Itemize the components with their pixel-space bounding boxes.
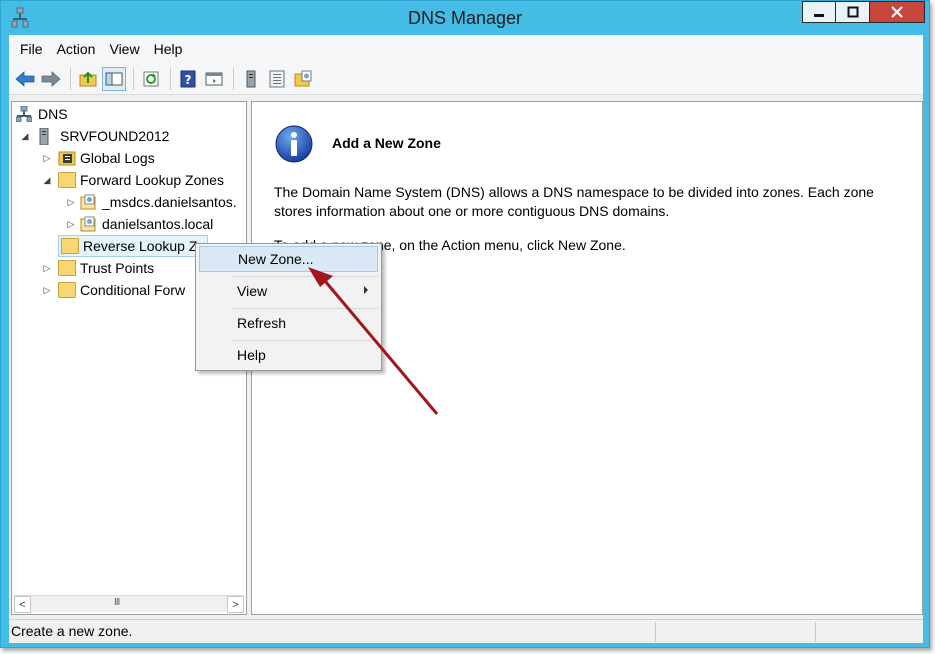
maximize-button[interactable] (836, 1, 870, 23)
forward-arrow-icon (41, 70, 61, 87)
context-new-zone[interactable]: New Zone... (199, 246, 378, 272)
close-icon (891, 6, 903, 18)
tree-node-dns[interactable]: DNS (15, 104, 68, 124)
folder-icon (58, 282, 76, 298)
toolbar-separator (170, 67, 171, 90)
forward-button[interactable] (39, 67, 63, 91)
status-text: Create a new zone. (11, 623, 133, 639)
console-button[interactable] (202, 67, 226, 91)
tree-node-global-logs[interactable]: ▷ Global Logs (42, 148, 155, 168)
svg-text:?: ? (185, 73, 192, 87)
folder-icon (58, 260, 76, 276)
context-item-label: New Zone... (238, 251, 314, 267)
status-divider (815, 622, 816, 642)
status-divider (655, 622, 656, 642)
submenu-arrow-icon (364, 286, 368, 294)
tree-label: danielsantos.local (102, 216, 214, 232)
status-bar: Create a new zone. (9, 619, 923, 643)
tree-label: Global Logs (80, 150, 155, 166)
tree-node-forward-lookup-zones[interactable]: ◢ Forward Lookup Zones (42, 170, 224, 190)
collapse-icon[interactable]: ◢ (20, 131, 30, 142)
toolbar-separator (133, 67, 134, 90)
title-bar[interactable]: DNS Manager (1, 1, 929, 35)
menu-help[interactable]: Help (147, 41, 190, 57)
server-icon (246, 70, 256, 87)
window-title: DNS Manager (407, 8, 523, 28)
context-item-label: Refresh (237, 315, 287, 331)
menu-bar: File Action View Help (9, 35, 923, 63)
list-icon (269, 70, 285, 87)
context-item-label: Help (237, 347, 266, 363)
back-arrow-icon (15, 70, 35, 87)
minimize-button[interactable] (802, 1, 836, 23)
collapse-icon[interactable]: ◢ (42, 175, 52, 186)
expand-icon[interactable]: ▷ (42, 263, 52, 274)
folder-icon (61, 238, 79, 254)
tree-node-conditional-forwarders[interactable]: ▷ Conditional Forw (42, 280, 185, 300)
dns-manager-window: DNS Manager File Action View Help ? DNS … (0, 0, 930, 648)
menu-action[interactable]: Action (50, 41, 103, 57)
zone-button[interactable] (291, 67, 315, 91)
context-item-label: View (237, 283, 268, 299)
toolbar: ? (9, 63, 923, 95)
context-separator (232, 308, 378, 309)
server-button[interactable] (239, 67, 263, 91)
tree-label: SRVFOUND2012 (60, 128, 170, 144)
up-level-button[interactable] (76, 67, 100, 91)
dns-root-icon (15, 105, 34, 123)
list-button[interactable] (265, 67, 289, 91)
zone-icon (80, 216, 98, 232)
up-folder-icon (79, 71, 97, 86)
detail-description: The Domain Name System (DNS) allows a DN… (274, 184, 874, 219)
tree-label: Conditional Forw (80, 282, 186, 298)
tree-node-msdcs-zone[interactable]: ▷ _msdcs.danielsantos. (66, 192, 237, 212)
detail-heading: Add a New Zone (332, 135, 441, 151)
folder-icon (58, 172, 76, 188)
log-folder-icon (58, 150, 76, 166)
tree-label: _msdcs.danielsantos. (102, 194, 237, 210)
zone-icon (294, 70, 312, 86)
context-separator (232, 276, 378, 277)
show-hide-tree-icon (105, 72, 123, 85)
tree-label: DNS (38, 106, 68, 122)
tree-node-local-zone[interactable]: ▷ danielsantos.local (66, 214, 214, 234)
show-hide-tree-button[interactable] (102, 66, 126, 91)
tree-label: Reverse Lookup Zo (83, 238, 206, 254)
context-view[interactable]: View (199, 278, 378, 304)
horizontal-scrollbar[interactable]: < III > (14, 595, 244, 613)
tree-label: Forward Lookup Zones (80, 172, 224, 188)
menu-view[interactable]: View (102, 41, 146, 57)
refresh-icon (143, 71, 159, 86)
back-button[interactable] (13, 67, 37, 91)
expand-icon[interactable]: ▷ (66, 197, 76, 208)
help-icon: ? (180, 70, 196, 87)
close-button[interactable] (870, 1, 925, 23)
toolbar-separator (70, 67, 71, 90)
zone-icon (80, 194, 98, 210)
expand-icon[interactable]: ▷ (42, 153, 52, 164)
tree-node-trust-points[interactable]: ▷ Trust Points (42, 258, 154, 278)
expand-icon[interactable]: ▷ (42, 285, 52, 296)
server-icon (38, 127, 56, 146)
menu-file[interactable]: File (13, 41, 50, 57)
scroll-left-button[interactable]: < (14, 596, 31, 613)
tree-label: Trust Points (80, 260, 155, 276)
minimize-icon (814, 14, 824, 17)
client-area: File Action View Help ? DNS ◢ SRVFOUND20… (9, 35, 923, 643)
context-help[interactable]: Help (199, 342, 378, 368)
scroll-right-button[interactable]: > (227, 596, 244, 613)
context-separator (232, 340, 378, 341)
maximize-icon (847, 6, 858, 18)
console-icon (205, 72, 223, 85)
context-menu: New Zone... View Refresh Help (195, 243, 382, 371)
tree-node-reverse-lookup-zones[interactable]: Reverse Lookup Zo (58, 235, 209, 257)
expand-icon[interactable]: ▷ (66, 219, 76, 230)
refresh-button[interactable] (139, 67, 163, 91)
toolbar-separator (233, 67, 234, 90)
tree-node-server[interactable]: ◢ SRVFOUND2012 (20, 126, 169, 146)
context-refresh[interactable]: Refresh (199, 310, 378, 336)
info-icon (274, 124, 314, 164)
help-button[interactable]: ? (176, 67, 200, 91)
scroll-thumb-grip[interactable]: III (114, 597, 120, 608)
